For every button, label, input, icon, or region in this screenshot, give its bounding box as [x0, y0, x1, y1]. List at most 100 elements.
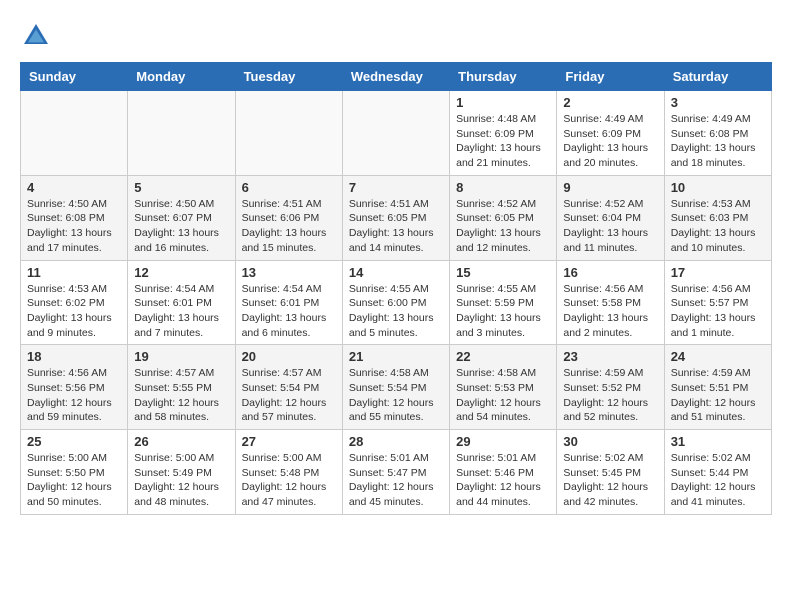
calendar-cell: 21Sunrise: 4:58 AM Sunset: 5:54 PM Dayli…	[342, 345, 449, 430]
day-number: 29	[456, 434, 550, 449]
day-info: Sunrise: 5:00 AM Sunset: 5:49 PM Dayligh…	[134, 451, 228, 510]
day-number: 1	[456, 95, 550, 110]
calendar-cell: 2 Sunrise: 4:49 AM Sunset: 6:09 PM Daylig…	[557, 91, 664, 176]
day-info: Sunrise: 5:02 AM Sunset: 5:44 PM Dayligh…	[671, 451, 765, 510]
calendar-week-row-4: 18 Sunrise: 4:56 AM Sunset: 5:56 PM Dayli…	[21, 345, 772, 430]
header-friday: Friday	[557, 63, 664, 91]
day-info: Sunrise: 4:52 AM Sunset: 6:05 PM Dayligh…	[456, 197, 550, 256]
calendar-header-row: SundayMondayTuesdayWednesdayThursdayFrid…	[21, 63, 772, 91]
header-thursday: Thursday	[450, 63, 557, 91]
day-info: Sunrise: 4:51 AM Sunset: 6:06 PM Dayligh…	[242, 197, 336, 256]
day-info: Sunrise: 4:51 AM Sunset: 6:05 PM Dayligh…	[349, 197, 443, 256]
day-info: Sunrise: 4:53 AM Sunset: 6:02 PM Dayligh…	[27, 282, 121, 341]
logo	[20, 20, 56, 52]
calendar-cell	[342, 91, 449, 176]
calendar-cell: 10 Sunrise: 4:53 AM Sunset: 6:03 PM Dayli…	[664, 175, 771, 260]
day-number: 2	[563, 95, 657, 110]
day-info: Sunrise: 4:58 AM Sunset: 5:53 PM Dayligh…	[456, 366, 550, 425]
calendar-cell	[235, 91, 342, 176]
calendar-cell: 8Sunrise: 4:52 AM Sunset: 6:05 PM Daylig…	[450, 175, 557, 260]
day-info: Sunrise: 5:00 AM Sunset: 5:50 PM Dayligh…	[27, 451, 121, 510]
day-number: 16	[563, 265, 657, 280]
calendar-cell: 9 Sunrise: 4:52 AM Sunset: 6:04 PM Daylig…	[557, 175, 664, 260]
calendar-cell: 7 Sunrise: 4:51 AM Sunset: 6:05 PM Daylig…	[342, 175, 449, 260]
calendar-week-row-1: 1 Sunrise: 4:48 AM Sunset: 6:09 PM Daylig…	[21, 91, 772, 176]
day-info: Sunrise: 5:00 AM Sunset: 5:48 PM Dayligh…	[242, 451, 336, 510]
day-info: Sunrise: 5:01 AM Sunset: 5:46 PM Dayligh…	[456, 451, 550, 510]
calendar-cell: 30 Sunrise: 5:02 AM Sunset: 5:45 PM Dayli…	[557, 430, 664, 515]
calendar-cell: 19Sunrise: 4:57 AM Sunset: 5:55 PM Dayli…	[128, 345, 235, 430]
day-number: 10	[671, 180, 765, 195]
calendar-cell: 15Sunrise: 4:55 AM Sunset: 5:59 PM Dayli…	[450, 260, 557, 345]
day-number: 20	[242, 349, 336, 364]
page-header	[20, 20, 772, 52]
calendar-cell: 22 Sunrise: 4:58 AM Sunset: 5:53 PM Dayli…	[450, 345, 557, 430]
calendar-cell: 23Sunrise: 4:59 AM Sunset: 5:52 PM Dayli…	[557, 345, 664, 430]
header-tuesday: Tuesday	[235, 63, 342, 91]
day-number: 31	[671, 434, 765, 449]
day-number: 7	[349, 180, 443, 195]
calendar-cell: 11 Sunrise: 4:53 AM Sunset: 6:02 PM Dayli…	[21, 260, 128, 345]
calendar-cell: 31 Sunrise: 5:02 AM Sunset: 5:44 PM Dayli…	[664, 430, 771, 515]
day-info: Sunrise: 4:56 AM Sunset: 5:57 PM Dayligh…	[671, 282, 765, 341]
logo-icon	[20, 20, 52, 52]
day-info: Sunrise: 5:02 AM Sunset: 5:45 PM Dayligh…	[563, 451, 657, 510]
calendar-cell: 17 Sunrise: 4:56 AM Sunset: 5:57 PM Dayli…	[664, 260, 771, 345]
day-number: 15	[456, 265, 550, 280]
calendar-cell: 20Sunrise: 4:57 AM Sunset: 5:54 PM Dayli…	[235, 345, 342, 430]
header-wednesday: Wednesday	[342, 63, 449, 91]
day-info: Sunrise: 4:54 AM Sunset: 6:01 PM Dayligh…	[242, 282, 336, 341]
day-info: Sunrise: 4:50 AM Sunset: 6:07 PM Dayligh…	[134, 197, 228, 256]
day-info: Sunrise: 4:49 AM Sunset: 6:08 PM Dayligh…	[671, 112, 765, 171]
day-number: 23	[563, 349, 657, 364]
calendar-cell	[21, 91, 128, 176]
day-number: 4	[27, 180, 121, 195]
day-info: Sunrise: 4:56 AM Sunset: 5:56 PM Dayligh…	[27, 366, 121, 425]
day-number: 12	[134, 265, 228, 280]
calendar-cell: 4 Sunrise: 4:50 AM Sunset: 6:08 PM Daylig…	[21, 175, 128, 260]
calendar-cell: 1 Sunrise: 4:48 AM Sunset: 6:09 PM Daylig…	[450, 91, 557, 176]
calendar-cell: 3 Sunrise: 4:49 AM Sunset: 6:08 PM Daylig…	[664, 91, 771, 176]
day-info: Sunrise: 4:58 AM Sunset: 5:54 PM Dayligh…	[349, 366, 443, 425]
day-info: Sunrise: 4:56 AM Sunset: 5:58 PM Dayligh…	[563, 282, 657, 341]
day-number: 22	[456, 349, 550, 364]
calendar-cell: 5 Sunrise: 4:50 AM Sunset: 6:07 PM Daylig…	[128, 175, 235, 260]
day-number: 18	[27, 349, 121, 364]
calendar-cell: 28 Sunrise: 5:01 AM Sunset: 5:47 PM Dayli…	[342, 430, 449, 515]
day-info: Sunrise: 4:55 AM Sunset: 6:00 PM Dayligh…	[349, 282, 443, 341]
calendar-cell: 29 Sunrise: 5:01 AM Sunset: 5:46 PM Dayli…	[450, 430, 557, 515]
day-info: Sunrise: 5:01 AM Sunset: 5:47 PM Dayligh…	[349, 451, 443, 510]
day-info: Sunrise: 4:57 AM Sunset: 5:55 PM Dayligh…	[134, 366, 228, 425]
calendar-cell: 13Sunrise: 4:54 AM Sunset: 6:01 PM Dayli…	[235, 260, 342, 345]
calendar-week-row-5: 25 Sunrise: 5:00 AM Sunset: 5:50 PM Dayli…	[21, 430, 772, 515]
day-number: 30	[563, 434, 657, 449]
calendar-cell: 18 Sunrise: 4:56 AM Sunset: 5:56 PM Dayli…	[21, 345, 128, 430]
day-info: Sunrise: 4:52 AM Sunset: 6:04 PM Dayligh…	[563, 197, 657, 256]
calendar-cell: 14Sunrise: 4:55 AM Sunset: 6:00 PM Dayli…	[342, 260, 449, 345]
calendar-cell: 6 Sunrise: 4:51 AM Sunset: 6:06 PM Daylig…	[235, 175, 342, 260]
day-number: 11	[27, 265, 121, 280]
calendar-week-row-2: 4 Sunrise: 4:50 AM Sunset: 6:08 PM Daylig…	[21, 175, 772, 260]
day-number: 28	[349, 434, 443, 449]
calendar-cell: 24 Sunrise: 4:59 AM Sunset: 5:51 PM Dayli…	[664, 345, 771, 430]
calendar-cell	[128, 91, 235, 176]
day-info: Sunrise: 4:59 AM Sunset: 5:51 PM Dayligh…	[671, 366, 765, 425]
day-number: 25	[27, 434, 121, 449]
day-info: Sunrise: 4:49 AM Sunset: 6:09 PM Dayligh…	[563, 112, 657, 171]
day-info: Sunrise: 4:53 AM Sunset: 6:03 PM Dayligh…	[671, 197, 765, 256]
day-info: Sunrise: 4:50 AM Sunset: 6:08 PM Dayligh…	[27, 197, 121, 256]
day-number: 6	[242, 180, 336, 195]
day-number: 9	[563, 180, 657, 195]
day-info: Sunrise: 4:48 AM Sunset: 6:09 PM Dayligh…	[456, 112, 550, 171]
day-number: 27	[242, 434, 336, 449]
day-number: 17	[671, 265, 765, 280]
calendar-cell: 25 Sunrise: 5:00 AM Sunset: 5:50 PM Dayli…	[21, 430, 128, 515]
calendar-cell: 16 Sunrise: 4:56 AM Sunset: 5:58 PM Dayli…	[557, 260, 664, 345]
calendar-week-row-3: 11 Sunrise: 4:53 AM Sunset: 6:02 PM Dayli…	[21, 260, 772, 345]
calendar-cell: 27 Sunrise: 5:00 AM Sunset: 5:48 PM Dayli…	[235, 430, 342, 515]
day-number: 24	[671, 349, 765, 364]
day-number: 3	[671, 95, 765, 110]
day-number: 5	[134, 180, 228, 195]
header-monday: Monday	[128, 63, 235, 91]
calendar-table: SundayMondayTuesdayWednesdayThursdayFrid…	[20, 62, 772, 515]
